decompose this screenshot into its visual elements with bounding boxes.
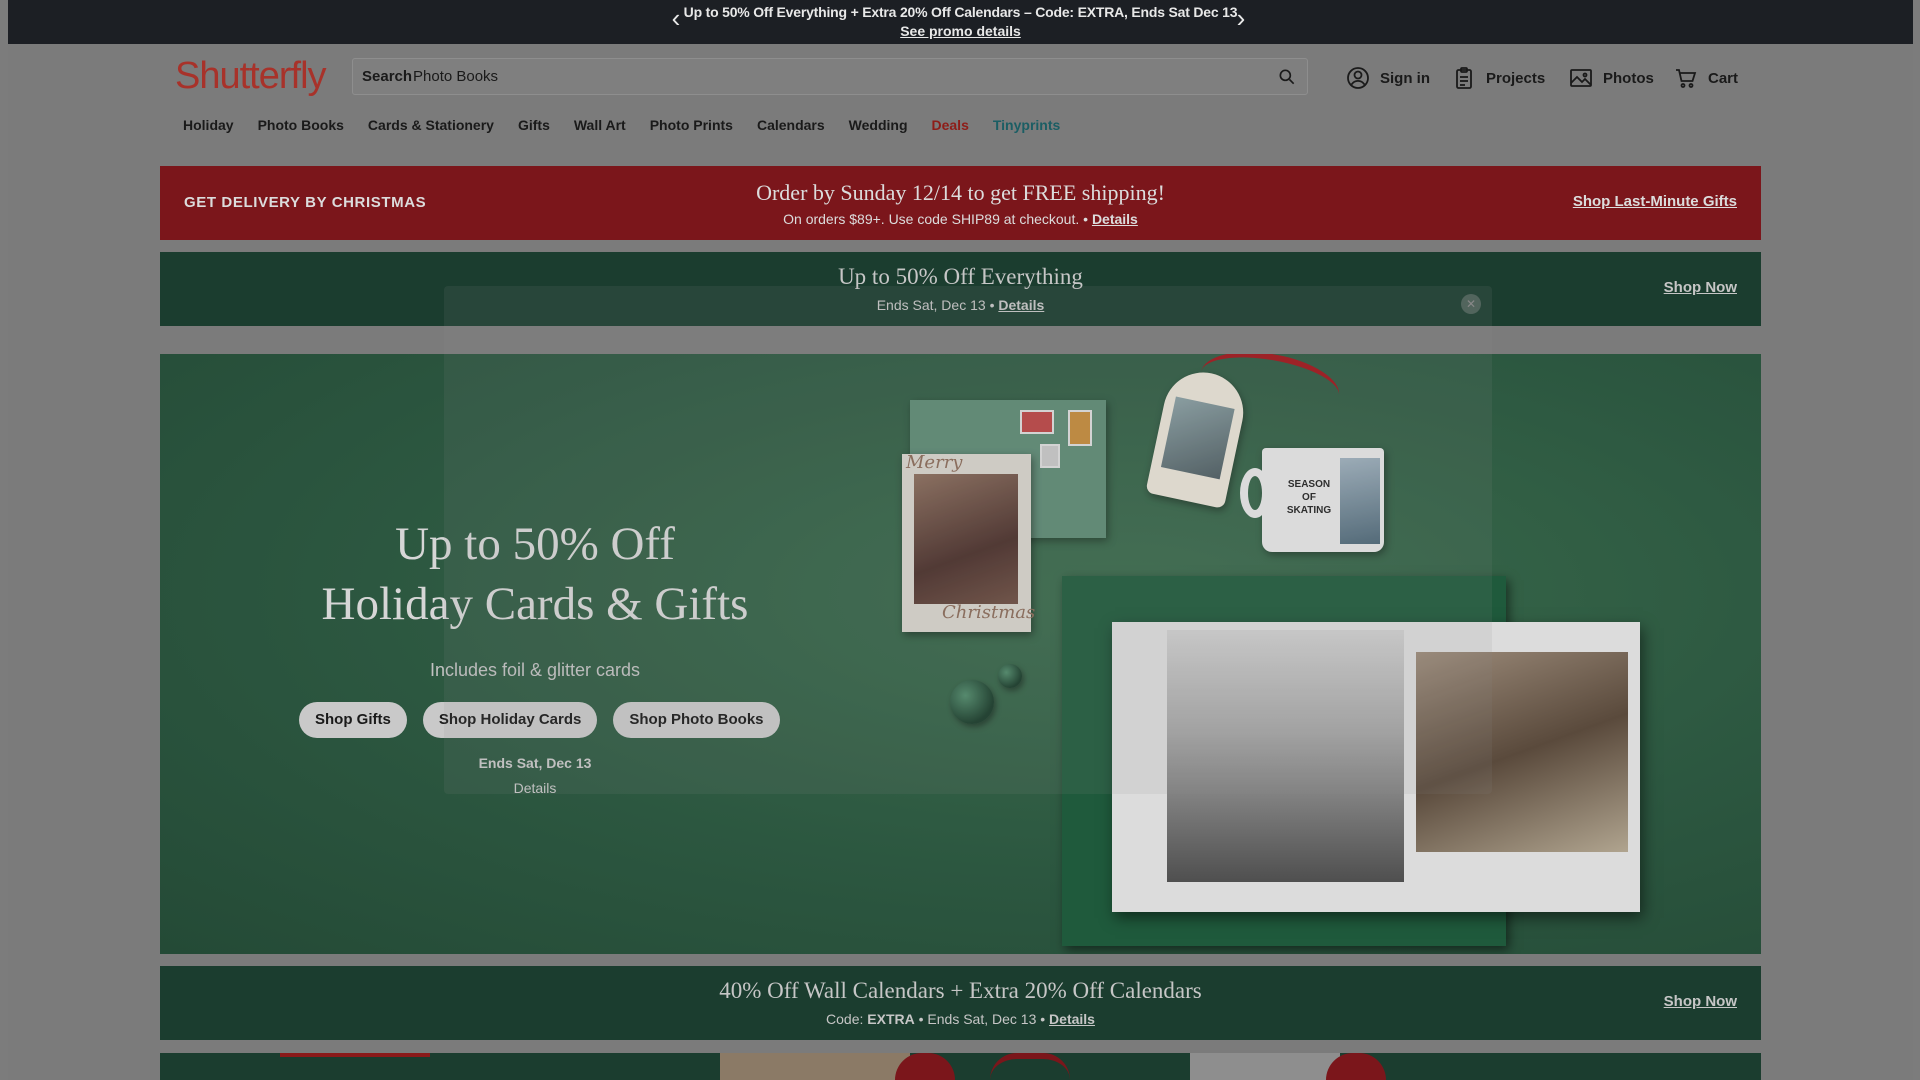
nav-item-tinyprints[interactable]: Tinyprints (993, 117, 1060, 133)
calendar-shop-now-link[interactable]: Shop Now (1664, 993, 1737, 1010)
delivery-headline: Order by Sunday 12/14 to get FREE shippi… (756, 180, 1165, 205)
shutterfly-logo[interactable]: Shutterfly (175, 55, 327, 98)
close-icon[interactable]: ✕ (1461, 294, 1481, 314)
promo-bar: ‹ Up to 50% Off Everything + Extra 20% O… (8, 0, 1913, 44)
sale-shop-now-link[interactable]: Shop Now (1664, 279, 1737, 296)
delivery-banner: GET DELIVERY BY CHRISTMAS Order by Sunda… (160, 166, 1761, 240)
delivery-subtext-body: On orders $89+. Use code SHIP89 at check… (783, 211, 1080, 227)
calendar-sale-ends: Ends Sat, Dec 13 (927, 1011, 1037, 1027)
delivery-details-link[interactable]: Details (1092, 211, 1138, 227)
search-input[interactable]: Search Photo Books (352, 58, 1308, 95)
calendar-sale-headline: 40% Off Wall Calendars + Extra 20% Off C… (719, 978, 1202, 1003)
photos-button[interactable]: Photos (1569, 66, 1654, 90)
shop-last-minute-gifts-link[interactable]: Shop Last-Minute Gifts (1573, 193, 1737, 210)
image-icon (1570, 69, 1592, 87)
nav-item-deals[interactable]: Deals (932, 117, 969, 133)
calendar-sale-details-link[interactable]: Details (1049, 1011, 1095, 1027)
projects-label: Projects (1486, 69, 1546, 87)
search-icon[interactable] (1277, 67, 1297, 87)
nav-item-cards-stationery[interactable]: Cards & Stationery (368, 117, 494, 133)
search-label: Search (362, 68, 413, 85)
promo-details-link[interactable]: See promo details (8, 23, 1913, 39)
product-carousel-strip (160, 1053, 1761, 1080)
user-icon (1347, 67, 1369, 89)
nav-item-photo-prints[interactable]: Photo Prints (650, 117, 733, 133)
calendar-sale-banner: 40% Off Wall Calendars + Extra 20% Off C… (160, 966, 1761, 1040)
shop-gifts-button[interactable]: Shop Gifts (299, 702, 407, 738)
projects-button[interactable]: Projects (1452, 66, 1545, 90)
product-tile[interactable] (280, 1053, 430, 1080)
page: ‹ Up to 50% Off Everything + Extra 20% O… (8, 0, 1913, 1080)
modal-overlay (444, 286, 1492, 794)
clipboard-icon (1456, 67, 1472, 89)
main-nav: Holiday Photo Books Cards & Stationery G… (183, 117, 1084, 133)
photos-label: Photos (1603, 69, 1654, 87)
bullet-separator: • (1040, 1011, 1050, 1027)
cart-button[interactable]: Cart (1674, 66, 1738, 90)
nav-item-gifts[interactable]: Gifts (518, 117, 550, 133)
nav-item-wedding[interactable]: Wedding (849, 117, 908, 133)
promo-text: Up to 50% Off Everything + Extra 20% Off… (683, 4, 1238, 20)
nav-item-calendars[interactable]: Calendars (757, 117, 825, 133)
calendar-sale-subtext: Code: EXTRA • Ends Sat, Dec 13 • Details (160, 1011, 1761, 1027)
cart-icon (1676, 69, 1697, 88)
chevron-right-icon[interactable]: › (1230, 5, 1252, 31)
product-tile[interactable] (1190, 1053, 1340, 1080)
delivery-subtext: On orders $89+. Use code SHIP89 at check… (160, 211, 1761, 227)
cart-label: Cart (1708, 69, 1739, 87)
sign-in-button[interactable]: Sign in (1346, 66, 1430, 90)
promo-code: EXTRA (867, 1011, 915, 1027)
code-label: Code: (826, 1011, 864, 1027)
nav-item-wall-art[interactable]: Wall Art (574, 117, 626, 133)
nav-item-photo-books[interactable]: Photo Books (258, 117, 344, 133)
nav-item-holiday[interactable]: Holiday (183, 117, 234, 133)
bullet-separator: • (1083, 211, 1092, 227)
sign-in-label: Sign in (1380, 69, 1430, 87)
search-value[interactable]: Photo Books (413, 68, 498, 85)
product-tile[interactable] (720, 1053, 910, 1080)
product-tile[interactable] (990, 1053, 1070, 1080)
